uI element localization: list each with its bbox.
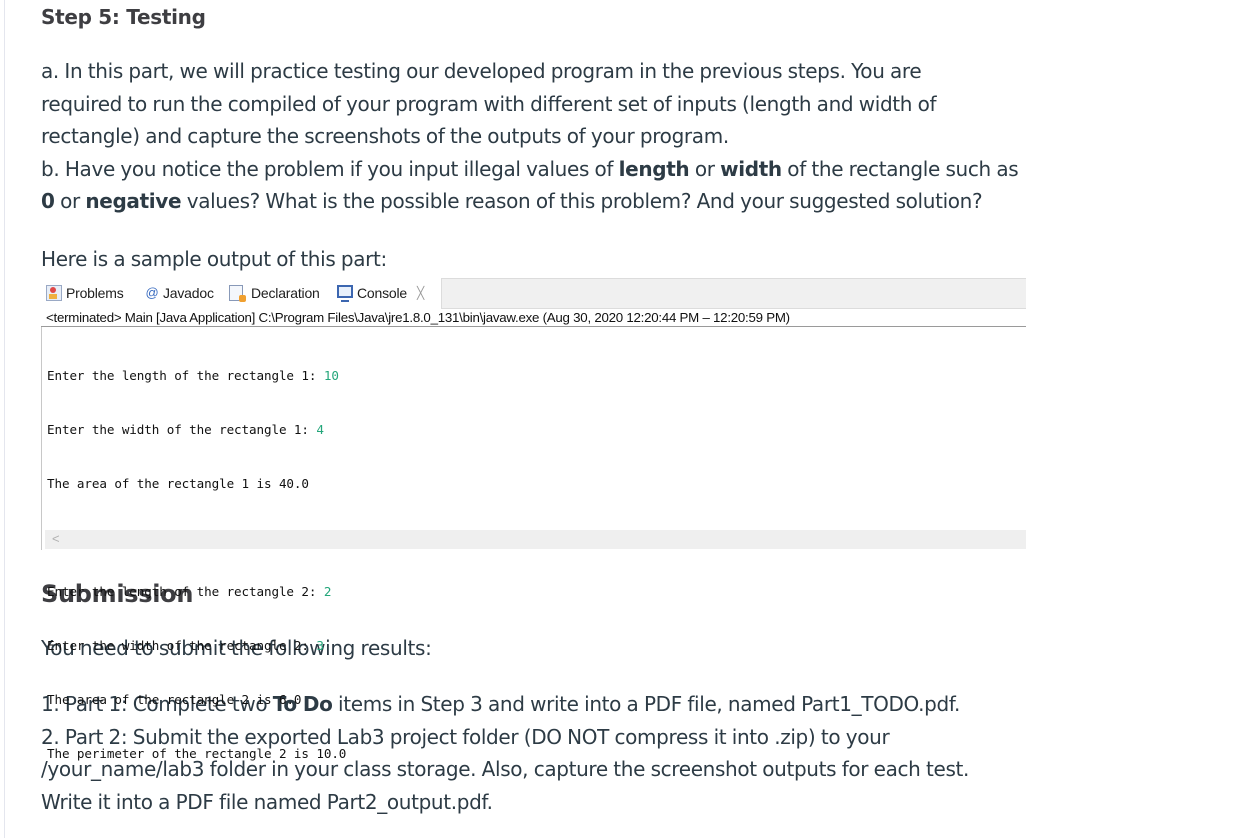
console-line: The area of the rectangle 1 is 40.0: [47, 475, 346, 493]
para-b-text: or: [689, 156, 721, 181]
page-left-border: [4, 0, 5, 838]
tab-label: Javadoc: [163, 285, 214, 301]
output-text: Enter the width of the rectangle 2:: [47, 638, 317, 653]
bold-zero: 0: [41, 189, 55, 213]
output-text: Enter the length of the rectangle 1:: [47, 368, 324, 383]
eclipse-console-screenshot: Problems @ Javadoc Declaration Console ╳…: [41, 277, 1026, 761]
console-line: The perimeter of the rectangle 2 is 10.0: [47, 745, 346, 763]
tab-javadoc[interactable]: @ Javadoc: [145, 283, 214, 303]
step-instructions: a. In this part, we will practice testin…: [41, 55, 1019, 218]
at-icon: @: [145, 285, 159, 300]
console-output: Enter the length of the rectangle 1: 10 …: [47, 331, 346, 799]
close-icon[interactable]: ╳: [417, 286, 424, 300]
tab-label: Declaration: [251, 285, 320, 301]
console-line: Enter the length of the rectangle 2: 2: [47, 583, 346, 601]
horizontal-scrollbar[interactable]: <: [45, 530, 1026, 549]
console-line: Enter the length of the rectangle 1: 10: [47, 367, 346, 385]
scroll-left-icon[interactable]: <: [52, 531, 60, 546]
tab-label: Console: [357, 285, 407, 301]
declaration-icon: [229, 285, 246, 302]
console-line: Enter the width of the rectangle 2: 3: [47, 637, 346, 655]
tab-bar-background: [441, 278, 1026, 309]
output-text: The area of the rectangle 1 is 40.0: [47, 476, 309, 491]
tab-label: Problems: [66, 285, 124, 301]
bold-width: width: [720, 156, 782, 181]
console-left-border: [41, 327, 42, 550]
para-a-line-3: rectangle) and capture the screenshots o…: [41, 124, 729, 148]
tab-console[interactable]: Console ╳: [337, 283, 424, 303]
output-text: The area of the rectangle 2 is 6.0: [47, 692, 302, 707]
para-b-line-2: 0 or negative values? What is the possib…: [41, 185, 1018, 218]
console-line: The area of the rectangle 2 is 6.0: [47, 691, 346, 709]
console-status-line: <terminated> Main [Java Application] C:\…: [41, 308, 1026, 327]
para-a-line-2: required to run the compiled of your pro…: [41, 91, 937, 116]
bold-length: length: [618, 156, 690, 181]
problems-icon: [46, 285, 62, 301]
user-input: 4: [316, 422, 324, 437]
sample-output-intro: Here is a sample output of this part:: [41, 247, 387, 271]
para-b-text: of the rectangle such as: [781, 156, 1019, 181]
bold-negative: negative: [85, 189, 182, 213]
tab-declaration[interactable]: Declaration: [229, 283, 320, 303]
user-input: 10: [323, 368, 339, 383]
step-heading: Step 5: Testing: [41, 5, 206, 29]
output-text: The perimeter of the rectangle 2 is 10.0: [47, 746, 347, 761]
para-b-text: b. Have you notice the problem if you in…: [41, 156, 619, 181]
user-input: 3: [316, 638, 324, 653]
item-text: items in Step 3 and write into a PDF fil…: [332, 692, 961, 716]
tab-problems[interactable]: Problems: [46, 283, 124, 303]
user-input: 2: [323, 584, 332, 599]
para-b-text: values? What is the possible reason of t…: [181, 189, 983, 213]
console-line: Enter the width of the rectangle 1: 4: [47, 421, 346, 439]
console-icon: [337, 284, 353, 302]
para-b-line-1: b. Have you notice the problem if you in…: [41, 153, 1019, 186]
output-text: Enter the width of the rectangle 1:: [47, 422, 317, 437]
para-b-text: or: [54, 189, 86, 213]
para-a-line-1: a. In this part, we will practice testin…: [41, 59, 922, 83]
console-tab-bar: Problems @ Javadoc Declaration Console ╳: [41, 277, 1026, 309]
output-text: Enter the length of the rectangle 2:: [47, 584, 324, 599]
